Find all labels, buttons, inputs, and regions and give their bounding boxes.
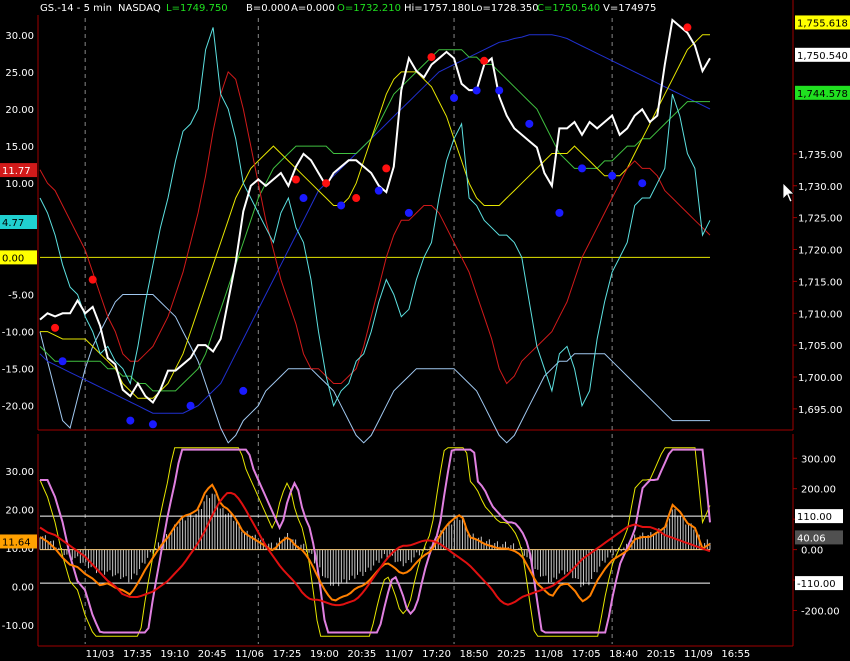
blue-marker xyxy=(126,416,135,425)
upper-left-tick-label: -20.00 xyxy=(2,402,34,413)
lower-left-tick-label: 30.00 xyxy=(5,467,34,478)
x-axis-label: 11/06 xyxy=(235,649,264,660)
red-marker xyxy=(382,164,391,173)
blue-marker xyxy=(239,386,248,395)
red-marker xyxy=(683,23,692,32)
lower-left-tick-label: 0.00 xyxy=(12,582,34,593)
upper-right-tick-label: 1,730.00 xyxy=(798,182,843,193)
left-value-label: 0.00 xyxy=(2,253,24,264)
blue-marker xyxy=(495,86,504,95)
upper-left-tick-label: -15.00 xyxy=(2,365,34,376)
upper-left-tick-label: 20.00 xyxy=(5,105,34,116)
x-axis-label: 17:25 xyxy=(273,649,302,660)
header-close: C=1750.540 xyxy=(537,3,600,14)
lower-right-value-label: -110.00 xyxy=(797,579,836,590)
upper-right-axis-ticks: 1,735.00 1,730.00 1,725.00 1,720.00 1,715.00… xyxy=(793,150,843,416)
blue-marker xyxy=(450,93,459,102)
lower-left-tick-label: -10.00 xyxy=(2,621,34,632)
upper-left-tick-label: 25.00 xyxy=(5,68,34,79)
red-marker xyxy=(427,53,436,62)
blue-marker xyxy=(337,201,346,210)
upper-right-tick-label: 1,710.00 xyxy=(798,309,843,320)
header-low: Lo=1728.350 xyxy=(471,3,539,14)
blue-marker xyxy=(299,194,308,203)
upper-right-tick-label: 1,725.00 xyxy=(798,214,843,225)
x-axis-label: 17:35 xyxy=(123,649,152,660)
x-axis-label: 11/08 xyxy=(534,649,563,660)
header-symbol: GS.-14 - 5 min xyxy=(40,3,112,14)
red-marker xyxy=(480,56,489,65)
blue-marker xyxy=(578,164,587,173)
x-axis-label: 11/03 xyxy=(86,649,115,660)
background xyxy=(0,0,850,661)
x-axis-label: 19:10 xyxy=(160,649,189,660)
red-marker xyxy=(88,275,97,284)
red-marker xyxy=(352,194,361,203)
left-value-label: 11.77 xyxy=(2,166,31,177)
lower-right-tick-label: 200.00 xyxy=(801,485,836,496)
x-axis-label: 20:25 xyxy=(497,649,526,660)
x-axis-label: 17:20 xyxy=(422,649,451,660)
blue-marker xyxy=(608,171,617,180)
price-label: 1,750.540 xyxy=(797,51,848,62)
blue-marker xyxy=(186,401,195,410)
blue-marker xyxy=(638,179,647,188)
header-bid: B=0.000 xyxy=(246,3,290,14)
lower-right-tick-label: 300.00 xyxy=(801,454,836,465)
upper-right-tick-label: 1,720.00 xyxy=(798,246,843,257)
upper-right-tick-label: 1,695.00 xyxy=(798,405,843,416)
x-axis-label: 19:00 xyxy=(310,649,339,660)
blue-marker xyxy=(472,86,481,95)
x-axis-label: 16:55 xyxy=(721,649,750,660)
lower-left-tick-label: 20.00 xyxy=(5,505,34,516)
lower-right-tick-label: -200.00 xyxy=(801,607,840,618)
header-ask: A=0.000 xyxy=(291,3,335,14)
upper-left-tick-label: 15.00 xyxy=(5,142,34,153)
x-axis-label: 17:05 xyxy=(572,649,601,660)
price-label: 1,744.578 xyxy=(797,89,848,100)
upper-left-tick-label: -10.00 xyxy=(2,328,34,339)
upper-left-tick-label: 10.00 xyxy=(5,179,34,190)
x-axis-label: 20:45 xyxy=(198,649,227,660)
x-axis-label: 18:40 xyxy=(609,649,638,660)
lower-right-value-label: 40.06 xyxy=(797,533,826,544)
upper-left-tick-label: 30.00 xyxy=(5,31,34,42)
red-marker xyxy=(291,175,300,184)
x-axis-label: 20:15 xyxy=(647,649,676,660)
red-marker xyxy=(322,179,331,188)
lower-right-tick-label: 0.00 xyxy=(801,546,823,557)
header-last: L=1749.750 xyxy=(166,3,228,14)
left-value-label: 4.77 xyxy=(2,218,24,229)
x-axis-label: 18:50 xyxy=(460,649,489,660)
upper-right-tick-label: 1,735.00 xyxy=(798,150,843,161)
x-axis-label: 11/09 xyxy=(684,649,713,660)
blue-marker xyxy=(148,420,157,429)
x-axis-label: 11/07 xyxy=(385,649,414,660)
upper-right-tick-label: 1,700.00 xyxy=(798,373,843,384)
blue-marker xyxy=(58,357,67,366)
red-marker xyxy=(51,323,60,332)
header-volume: V=174975 xyxy=(603,3,656,14)
upper-right-tick-label: 1,705.00 xyxy=(798,341,843,352)
blue-marker xyxy=(404,208,413,217)
header-exchange: NASDAQ xyxy=(118,3,161,14)
upper-left-tick-label: -5.00 xyxy=(8,290,34,301)
price-label: 1,755.618 xyxy=(797,18,848,29)
blue-marker xyxy=(555,208,564,217)
upper-right-tick-label: 1,715.00 xyxy=(798,277,843,288)
header-open: O=1732.210 xyxy=(337,3,401,14)
header-high: Hi=1757.180 xyxy=(404,3,470,14)
x-axis-label: 20:35 xyxy=(347,649,376,660)
blue-marker xyxy=(374,186,383,195)
stock-chart: 30.0025.0020.0015.0010.005.000.00-5.00-1… xyxy=(0,0,850,661)
lower-right-value-label: 110.00 xyxy=(797,512,832,523)
lower-left-value-label: 11.64 xyxy=(2,537,31,548)
blue-marker xyxy=(525,119,534,128)
